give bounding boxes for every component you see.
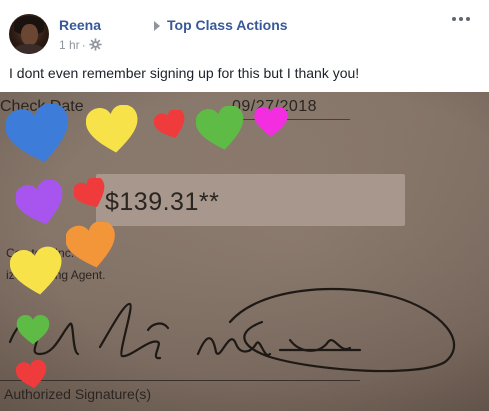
- triangle-right-icon: [154, 21, 160, 31]
- avatar[interactable]: [9, 14, 49, 54]
- post-header: Reena Top Class Actions 1 hr ·: [0, 0, 489, 62]
- heart-emoji-green: [196, 106, 244, 150]
- heart-emoji-red-3: [16, 360, 47, 389]
- timestamp-link[interactable]: 1 hr: [59, 38, 80, 52]
- heart-emoji-green-2: [16, 315, 50, 345]
- signature-line: [0, 380, 360, 381]
- heart-emoji-red-2: [74, 178, 105, 207]
- heart-emoji-purple: [16, 180, 63, 225]
- post-photo[interactable]: Check Date 09/27/2018 $139.31** Co ate e…: [0, 92, 489, 411]
- gear-icon[interactable]: [89, 38, 102, 51]
- heart-emoji-pink: [254, 106, 288, 137]
- heart-emoji-orange: [66, 222, 115, 268]
- heart-emoji-yellow-2: [10, 246, 62, 295]
- page-name-link[interactable]: Top Class Actions: [167, 17, 288, 33]
- post-caption: I dont even remember signing up for this…: [9, 65, 360, 81]
- heart-emoji-yellow: [86, 105, 138, 153]
- facebook-post: Reena Top Class Actions 1 hr · I dont ev…: [0, 0, 489, 411]
- post-meta: 1 hr ·: [59, 38, 88, 52]
- heart-emoji-blue: [6, 104, 68, 163]
- heart-emoji-red: [154, 110, 185, 138]
- meta-separator: ·: [81, 38, 86, 52]
- more-options-icon[interactable]: [452, 14, 470, 24]
- author-name-link[interactable]: Reena: [59, 17, 101, 33]
